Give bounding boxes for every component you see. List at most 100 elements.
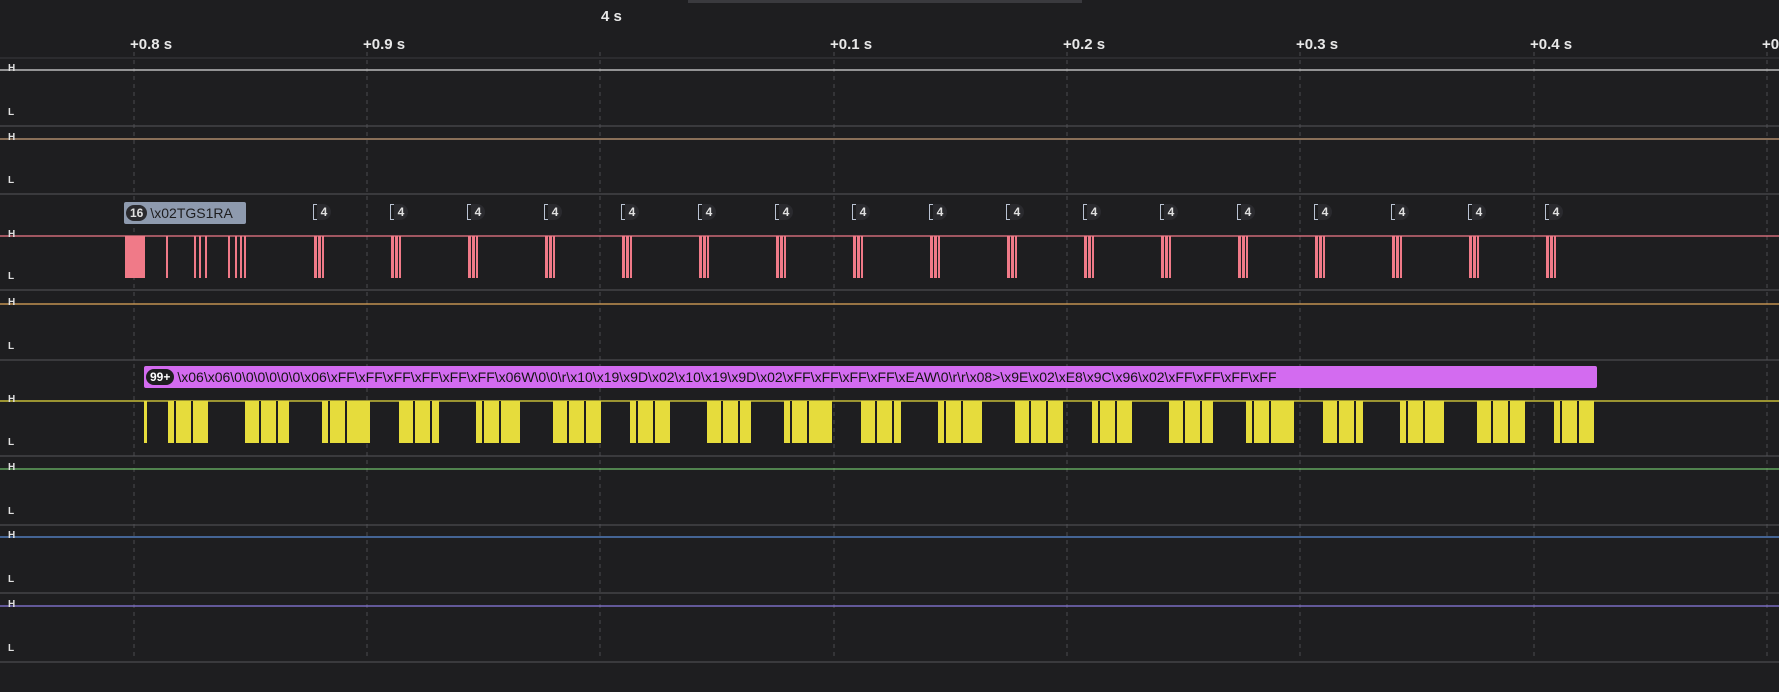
pulse (314, 236, 317, 278)
pulse-gap (191, 401, 193, 443)
pulse-gap (1406, 401, 1408, 443)
pulse (199, 236, 201, 278)
pulse-gap (1508, 401, 1510, 443)
packet-count-badge[interactable]: 4 (852, 203, 870, 221)
pulse-gap (259, 401, 261, 443)
packet-count-badge[interactable]: 4 (1083, 203, 1101, 221)
pulse-gap (1200, 401, 1202, 443)
packet-count-badge[interactable]: 4 (621, 203, 639, 221)
serial-decode-annotation[interactable]: 99+ \x06\x06\0\0\0\0\0\0\x06\xFF\xFF\xFF… (144, 366, 1597, 388)
decoded-text: \x06\x06\0\0\0\0\0\0\x06\xFF\xFF\xFF\xFF… (177, 369, 1277, 385)
pulse (395, 236, 398, 278)
pulse (472, 236, 475, 278)
pulse (545, 236, 548, 278)
pulse-gap (1560, 401, 1562, 443)
low-level-label: L (8, 574, 15, 585)
pulse-gap (413, 401, 415, 443)
badge-count: 4 (394, 204, 408, 220)
pulse-gap (807, 401, 809, 443)
pulse-gap (276, 401, 278, 443)
badge-count: 4 (1549, 204, 1563, 220)
pulse (144, 401, 147, 443)
pulse-gap (584, 401, 586, 443)
pulse-gap (328, 401, 330, 443)
packet-count-badge[interactable]: 4 (313, 203, 331, 221)
packet-count-badge[interactable]: 4 (1160, 203, 1178, 221)
pulse (776, 236, 779, 278)
pulse (1088, 236, 1091, 278)
pulse-gap (721, 401, 723, 443)
pulse-gap (345, 401, 347, 443)
pulse (626, 236, 629, 278)
packet-count-badge[interactable]: 4 (1545, 203, 1563, 221)
serial-decode-annotation[interactable]: 16 \x02TGS1RA (124, 202, 246, 224)
pulse (391, 236, 394, 278)
badge-count: 4 (1241, 204, 1255, 220)
pulse (930, 236, 933, 278)
low-level-label: L (8, 643, 15, 654)
pulse (1015, 236, 1017, 278)
packet-count-badge[interactable]: 4 (775, 203, 793, 221)
low-level-label: L (8, 437, 15, 448)
pulse (1323, 401, 1363, 443)
packet-count-badge[interactable]: 4 (1314, 203, 1332, 221)
pulse (857, 236, 860, 278)
packet-count-badge[interactable]: 4 (1391, 203, 1409, 221)
pulse (780, 236, 783, 278)
pulse (1084, 236, 1087, 278)
badge-count: 4 (779, 204, 793, 220)
pulse (1242, 236, 1245, 278)
pulse (861, 236, 863, 278)
pulse (1315, 236, 1318, 278)
packet-count-badge[interactable]: 4 (467, 203, 485, 221)
pulse (1323, 236, 1325, 278)
packet-count-badge[interactable]: 4 (1468, 203, 1486, 221)
pulse (1161, 236, 1164, 278)
pulse (1473, 236, 1476, 278)
pulse-gap (636, 401, 638, 443)
pulse (1396, 236, 1399, 278)
pulse (861, 401, 901, 443)
pulse (1092, 236, 1094, 278)
high-level-label: H (8, 394, 16, 405)
badge-count: 4 (1395, 204, 1409, 220)
pulse-gap (944, 401, 946, 443)
pulse-gap (1046, 401, 1048, 443)
high-level-label: H (8, 297, 16, 308)
pulse (399, 401, 439, 443)
low-level-label: L (8, 107, 15, 118)
badge-count: 4 (1472, 204, 1486, 220)
pulse (784, 236, 786, 278)
pulse (468, 236, 471, 278)
pulse (1246, 236, 1248, 278)
packet-count-badge[interactable]: 4 (1006, 203, 1024, 221)
pulse (1169, 401, 1213, 443)
pulse (1477, 401, 1525, 443)
pulse (1015, 401, 1063, 443)
high-level-label: H (8, 229, 16, 240)
pulse (1477, 236, 1479, 278)
badge-count: 4 (1010, 204, 1024, 220)
logic-analyzer-view: 4 s +0.8 s +0.9 s +0.1 s +0.2 s +0.3 s +… (0, 0, 1779, 692)
packet-count-badge[interactable]: 4 (929, 203, 947, 221)
packet-count-badge[interactable]: 4 (390, 203, 408, 221)
low-level-label: L (8, 175, 15, 186)
pulse (549, 236, 552, 278)
pulse (476, 236, 478, 278)
pulse-gap (1029, 401, 1031, 443)
packet-count-badge[interactable]: 4 (544, 203, 562, 221)
pulse-gap (961, 401, 963, 443)
high-level-label: H (8, 63, 16, 74)
pulse (707, 236, 709, 278)
pulse-gap (174, 401, 176, 443)
frame-count-badge: 99+ (146, 369, 175, 385)
pulse (699, 236, 702, 278)
pulse-gap (1491, 401, 1493, 443)
badge-count: 4 (625, 204, 639, 220)
pulse (1238, 236, 1241, 278)
pulse (322, 236, 324, 278)
packet-count-badge[interactable]: 4 (698, 203, 716, 221)
pulse (1469, 236, 1472, 278)
waveform-canvas[interactable] (0, 0, 1779, 692)
packet-count-badge[interactable]: 4 (1237, 203, 1255, 221)
